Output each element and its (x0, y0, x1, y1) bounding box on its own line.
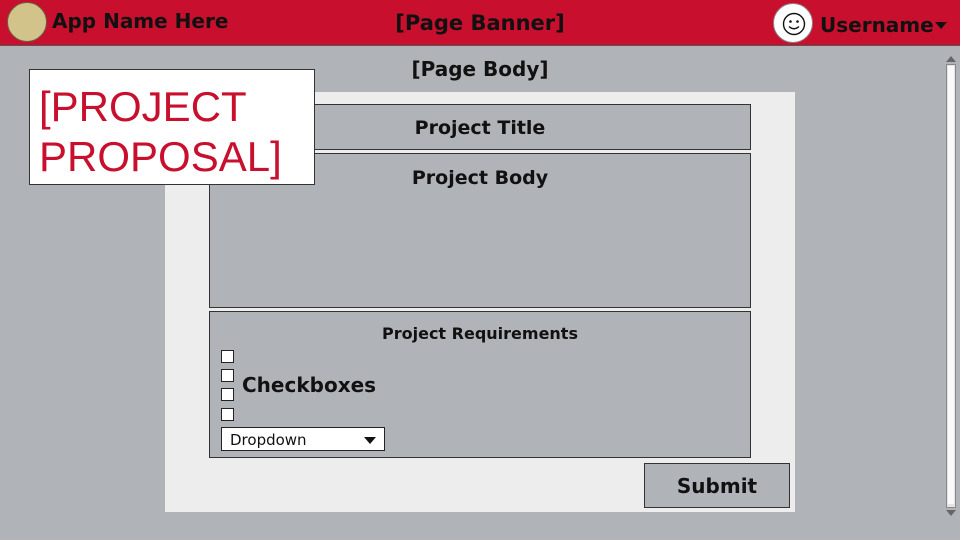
project-requirements-section: Project Requirements Checkboxes Dropdown (209, 311, 751, 458)
app-logo-icon[interactable] (7, 2, 47, 42)
project-proposal-title: [PROJECT PROPOSAL] (39, 83, 282, 180)
banner-title: [Page Banner] (395, 11, 565, 35)
scroll-down-arrow-icon[interactable] (946, 510, 956, 516)
dropdown-value: Dropdown (230, 431, 307, 449)
requirement-checkbox-1[interactable] (221, 350, 234, 363)
vertical-scrollbar[interactable] (944, 56, 958, 516)
requirement-checkbox-2[interactable] (221, 369, 234, 382)
page-banner: App Name Here [Page Banner] Username (0, 0, 960, 46)
chevron-down-icon (364, 437, 376, 444)
submit-button[interactable]: Submit (644, 463, 790, 508)
requirements-dropdown[interactable]: Dropdown (221, 427, 385, 451)
scroll-up-arrow-icon[interactable] (946, 56, 956, 62)
requirement-checkbox-4[interactable] (221, 408, 234, 421)
requirements-title: Project Requirements (382, 324, 578, 343)
page-body-label: [Page Body] (411, 57, 549, 81)
chevron-down-icon[interactable] (935, 22, 947, 29)
requirement-checkbox-3[interactable] (221, 388, 234, 401)
username-label[interactable]: Username (820, 13, 934, 37)
avatar[interactable] (773, 3, 813, 43)
scroll-thumb[interactable] (948, 66, 954, 504)
smiley-face-icon (782, 12, 806, 36)
scroll-track[interactable] (946, 64, 956, 508)
project-proposal-callout: [PROJECT PROPOSAL] (29, 69, 315, 185)
app-name[interactable]: App Name Here (52, 9, 228, 33)
checkboxes-label: Checkboxes (242, 373, 377, 397)
